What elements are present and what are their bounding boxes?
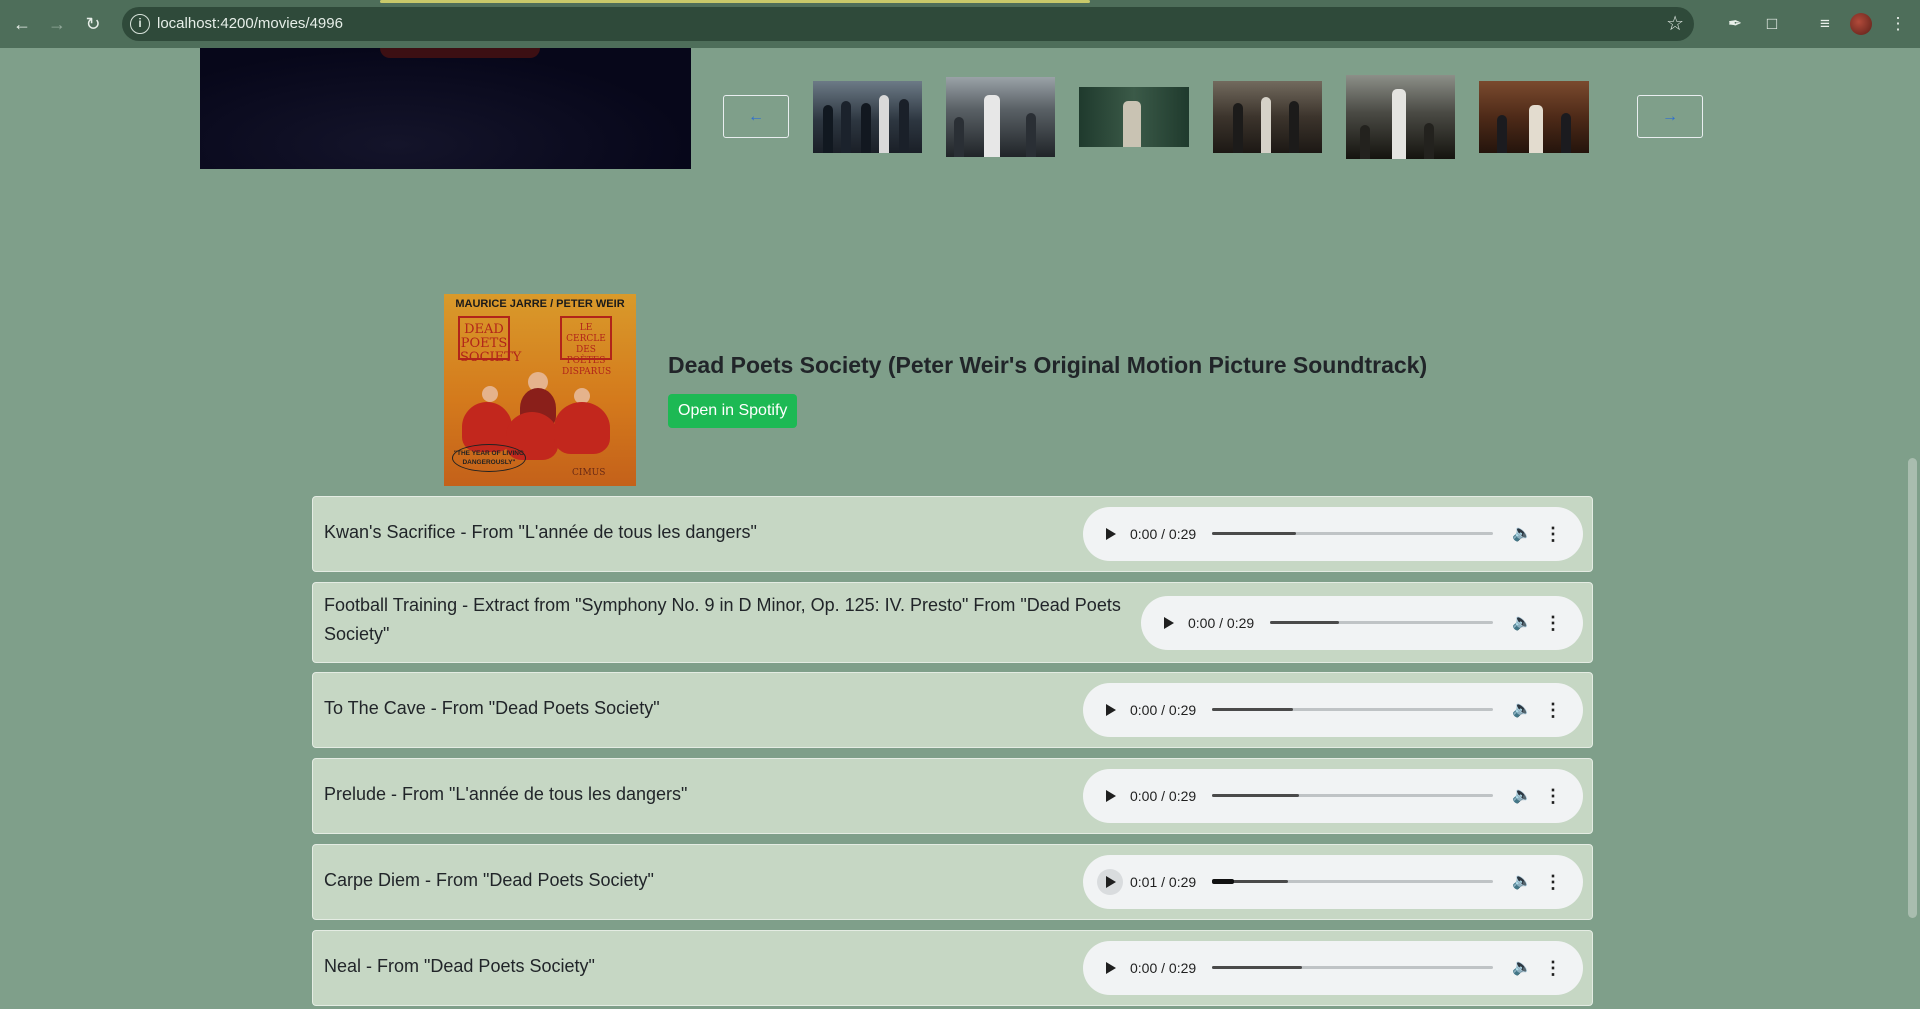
cover-credits: MAURICE JARRE / PETER WEIR [455,298,625,310]
address-bar[interactable]: i localhost:4200/movies/4996 ☆ [122,7,1694,41]
cover-logo: CIMUS [572,468,606,478]
cover-quote: "THE YEAR OF LIVING DANGEROUSLY" [452,444,526,472]
more-vert-icon[interactable]: ⋮ [1543,522,1563,546]
page-load-indicator [380,0,1090,3]
more-vert-icon[interactable]: ⋮ [1543,956,1563,980]
seek-slider[interactable] [1212,794,1493,797]
volume-icon[interactable]: 🔈 [1510,698,1534,722]
volume-icon[interactable]: 🔈 [1510,784,1534,808]
play-icon[interactable] [1097,869,1123,895]
audio-player[interactable]: 0:01 / 0:29 🔈 ⋮ [1083,855,1583,909]
track-row: Football Training - Extract from "Sympho… [312,582,1593,663]
seek-slider[interactable] [1212,879,1493,884]
audio-player[interactable]: 0:00 / 0:29 🔈 ⋮ [1141,596,1583,650]
volume-icon[interactable]: 🔈 [1510,611,1534,635]
album-cover: MAURICE JARRE / PETER WEIR DEAD POETS SO… [444,294,636,486]
volume-icon[interactable]: 🔈 [1510,870,1534,894]
audio-player[interactable]: 0:00 / 0:29 🔈 ⋮ [1083,941,1583,995]
playback-time: 0:00 / 0:29 [1130,788,1197,804]
profile-avatar[interactable] [1850,13,1872,35]
scroll-thumb[interactable] [1908,458,1917,918]
gallery-next-button[interactable]: → [1637,95,1703,138]
track-row: Kwan's Sacrifice - From "L'année de tous… [312,496,1593,572]
gallery-thumbnail[interactable] [1479,81,1589,153]
backdrop-image [200,48,691,169]
volume-icon[interactable]: 🔈 [1510,956,1534,980]
back-icon[interactable]: ← [8,10,36,38]
seek-slider[interactable] [1212,966,1493,969]
cover-title-en: DEAD POETS SOCIETY [458,316,521,365]
star-icon[interactable]: ☆ [1666,11,1684,36]
track-row: Carpe Diem - From "Dead Poets Society" 0:… [312,844,1593,920]
play-icon[interactable] [1155,610,1181,636]
playback-time: 0:00 / 0:29 [1188,615,1255,631]
media-queue-icon[interactable]: ≡ [1813,12,1837,36]
seek-slider[interactable] [1212,708,1493,711]
seek-slider[interactable] [1270,621,1493,624]
play-icon[interactable] [1097,521,1123,547]
track-title: Carpe Diem - From "Dead Poets Society" [324,870,654,890]
forward-icon[interactable]: → [43,10,71,38]
more-vert-icon[interactable]: ⋮ [1543,611,1563,635]
audio-player[interactable]: 0:00 / 0:29 🔈 ⋮ [1083,683,1583,737]
pen-icon[interactable]: ✒ [1723,12,1747,36]
playback-time: 0:00 / 0:29 [1130,702,1197,718]
track-title: Neal - From "Dead Poets Society" [324,956,595,976]
track-title: To The Cave - From "Dead Poets Society" [324,698,660,718]
track-title: Football Training - Extract from "Sympho… [324,595,1121,644]
gallery-thumbnail[interactable] [813,81,922,153]
gallery-thumbnail[interactable] [946,77,1055,157]
gallery-thumbnail[interactable] [1213,81,1322,153]
play-icon[interactable] [1097,783,1123,809]
track-title: Kwan's Sacrifice - From "L'année de tous… [324,522,757,542]
track-title: Prelude - From "L'année de tous les dang… [324,784,688,804]
reload-icon[interactable]: ↻ [79,10,107,38]
more-vert-icon[interactable]: ⋮ [1543,784,1563,808]
more-vert-icon[interactable]: ⋮ [1543,870,1563,894]
seek-slider[interactable] [1212,532,1493,535]
play-icon[interactable] [1097,697,1123,723]
playback-time: 0:01 / 0:29 [1130,874,1197,890]
page-scrollbar[interactable] [1905,48,1920,1009]
audio-player[interactable]: 0:00 / 0:29 🔈 ⋮ [1083,507,1583,561]
album-title: Dead Poets Society (Peter Weir's Origina… [668,352,1428,378]
track-row: Prelude - From "L'année de tous les dang… [312,758,1593,834]
track-row: Neal - From "Dead Poets Society" 0:00 / 0… [312,930,1593,1006]
gallery-prev-button[interactable]: ← [723,95,789,138]
cover-title-fr: LE CERCLE DES POÈTES DISPARUS [560,316,612,377]
audio-player[interactable]: 0:00 / 0:29 🔈 ⋮ [1083,769,1583,823]
more-vert-icon[interactable]: ⋮ [1543,698,1563,722]
browser-toolbar: ← → ↻ i localhost:4200/movies/4996 ☆ ✒ □… [0,0,1920,48]
gallery-thumbnail[interactable] [1079,87,1189,147]
url-text[interactable]: localhost:4200/movies/4996 [157,7,343,41]
gallery-thumbnail[interactable] [1346,75,1455,159]
playback-time: 0:00 / 0:29 [1130,960,1197,976]
volume-icon[interactable]: 🔈 [1510,522,1534,546]
play-icon[interactable] [1097,955,1123,981]
extensions-icon[interactable]: □ [1760,12,1784,36]
playback-time: 0:00 / 0:29 [1130,526,1197,542]
track-row: To The Cave - From "Dead Poets Society" 0… [312,672,1593,748]
open-in-spotify-button[interactable]: Open in Spotify [668,394,798,428]
info-icon[interactable]: i [130,14,150,34]
menu-icon[interactable]: ⋮ [1886,12,1910,36]
